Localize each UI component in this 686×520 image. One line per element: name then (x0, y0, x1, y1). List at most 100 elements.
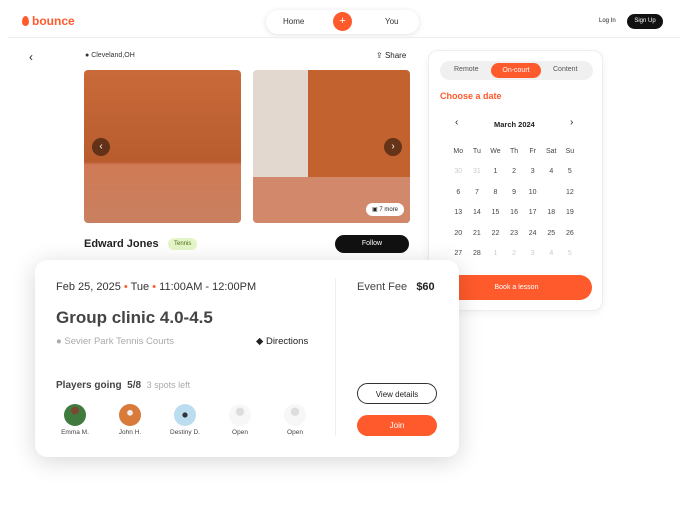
pin-icon: ● (85, 52, 90, 59)
calendar-day[interactable]: 7 (468, 183, 487, 203)
logo[interactable]: bounce (22, 14, 75, 28)
weekday-label: Tu (472, 148, 481, 155)
tab-on-court[interactable]: On-court (491, 63, 541, 78)
calendar-day: 5 (567, 249, 572, 257)
calendar-day[interactable]: 3 (523, 162, 542, 182)
calendar-day: 31 (472, 168, 481, 176)
calendar-day: 30 (454, 168, 463, 176)
weekday-label: Th (509, 148, 519, 155)
players-label: Players going (56, 380, 122, 391)
signup-button[interactable]: Sign Up (627, 14, 663, 29)
calendar-day[interactable]: 21 (468, 224, 487, 244)
nav-home[interactable]: Home (283, 17, 304, 26)
spots-left: 3 spots left (146, 380, 191, 390)
calendar-day: 4 (549, 249, 554, 257)
photo-2[interactable]: › ▣ 7 more (253, 70, 410, 223)
player-name: John H. (118, 429, 142, 436)
calendar-day[interactable]: 11 (541, 183, 561, 203)
calendar-day[interactable]: 5 (561, 162, 580, 182)
event-card: Feb 25, 2025 • Tue • 11:00AM - 12:00PM G… (35, 260, 459, 457)
join-button[interactable]: Join (357, 415, 437, 436)
book-lesson-button[interactable]: Book a lesson (441, 275, 592, 300)
add-button[interactable]: + (333, 12, 352, 31)
calendar-day[interactable]: 6 (449, 183, 468, 203)
tab-content[interactable]: Content (553, 66, 578, 73)
prev-month-button[interactable]: ‹ (455, 117, 458, 128)
court-floor (253, 177, 410, 223)
choose-date-heading: Choose a date (440, 91, 502, 101)
share-label: Share (384, 51, 407, 60)
calendar-day[interactable]: 2 (505, 162, 524, 182)
calendar-day[interactable]: 18 (542, 203, 561, 223)
player-name: Destiny D. (170, 429, 200, 436)
calendar-day[interactable]: 12 (561, 183, 580, 203)
back-button[interactable]: ‹ (29, 50, 33, 64)
image-icon: ▣ (371, 207, 378, 213)
calendar-day[interactable]: 28 (468, 244, 487, 264)
weekday-label: Fr (529, 148, 536, 155)
calendar-day[interactable]: 10 (523, 183, 542, 203)
calendar-day: 1 (493, 249, 498, 257)
location: ● Cleveland,OH (85, 52, 135, 59)
more-photos-button[interactable]: ▣ 7 more (365, 203, 404, 216)
calendar-day: 3 (530, 249, 535, 257)
calendar-day[interactable]: 17 (523, 203, 542, 223)
share-icon: ⇪ (376, 51, 383, 60)
players-summary: Players going 5/8 3 spots left (56, 380, 190, 391)
calendar-day[interactable]: 26 (561, 224, 580, 244)
photo-1[interactable]: ‹ (84, 70, 241, 223)
event-date: Feb 25, 2025 (56, 281, 121, 293)
fee-value: $60 (416, 281, 435, 293)
calendar-day[interactable]: 25 (542, 224, 561, 244)
player-name: Emma M. (61, 429, 89, 436)
open-slot-avatar-icon[interactable] (284, 404, 306, 426)
player-name: Open (232, 429, 248, 436)
login-link[interactable]: Log In (599, 18, 616, 24)
follow-button[interactable]: Follow (335, 235, 409, 253)
directions-icon: ◆ (256, 336, 264, 347)
avatar[interactable] (174, 404, 196, 426)
weekday-label: We (490, 148, 501, 155)
calendar-day[interactable]: 24 (523, 224, 542, 244)
event-title: Group clinic 4.0-4.5 (56, 308, 213, 327)
calendar-grid: Mo Tu We Th Fr Sat Su 30 31 1 2 3 4 5 6 7 8 9 10 11 12 13 14 15… (449, 142, 579, 264)
share-button[interactable]: ⇪ Share (376, 51, 406, 60)
calendar-day[interactable]: 1 (486, 162, 505, 182)
calendar-day[interactable]: 22 (486, 224, 505, 244)
main-nav: Home + You (266, 10, 419, 34)
prev-photo-button[interactable]: ‹ (92, 138, 110, 156)
fee-label: Event Fee (357, 281, 408, 293)
next-month-button[interactable]: › (570, 117, 573, 128)
card-divider (335, 278, 336, 436)
calendar-day[interactable]: 20 (449, 224, 468, 244)
players-count: 5/8 (127, 380, 142, 391)
calendar-day[interactable]: 14 (468, 203, 487, 223)
lesson-type-tabs: Remote On-court Content (440, 61, 593, 80)
calendar-day[interactable]: 9 (505, 183, 524, 203)
venue: ● Sevier Park Tennis Courts (56, 336, 174, 347)
next-photo-button[interactable]: › (384, 138, 402, 156)
location-text: Cleveland,OH (91, 52, 135, 59)
calendar-day[interactable]: 19 (561, 203, 580, 223)
directions-link[interactable]: ◆ Directions (256, 336, 308, 347)
weekday-label: Sat (546, 148, 557, 155)
calendar-day: 2 (512, 249, 517, 257)
venue-name: Sevier Park Tennis Courts (64, 336, 175, 347)
calendar-day[interactable]: 23 (505, 224, 524, 244)
tab-remote[interactable]: Remote (454, 66, 479, 73)
avatar[interactable] (64, 404, 86, 426)
logo-flame-icon (22, 16, 29, 26)
open-slot-avatar-icon[interactable] (229, 404, 251, 426)
calendar-day[interactable]: 15 (486, 203, 505, 223)
more-photos-label: 7 more (379, 207, 398, 213)
avatar[interactable] (119, 404, 141, 426)
calendar-day[interactable]: 13 (449, 203, 468, 223)
calendar-day[interactable]: 8 (486, 183, 505, 203)
view-details-button[interactable]: View details (357, 383, 437, 404)
event-day: Tue (130, 281, 150, 293)
calendar-day[interactable]: 4 (542, 162, 561, 182)
month-label: March 2024 (494, 120, 535, 129)
calendar-day[interactable]: 16 (505, 203, 524, 223)
directions-label: Directions (265, 336, 309, 347)
nav-you[interactable]: You (385, 17, 399, 26)
